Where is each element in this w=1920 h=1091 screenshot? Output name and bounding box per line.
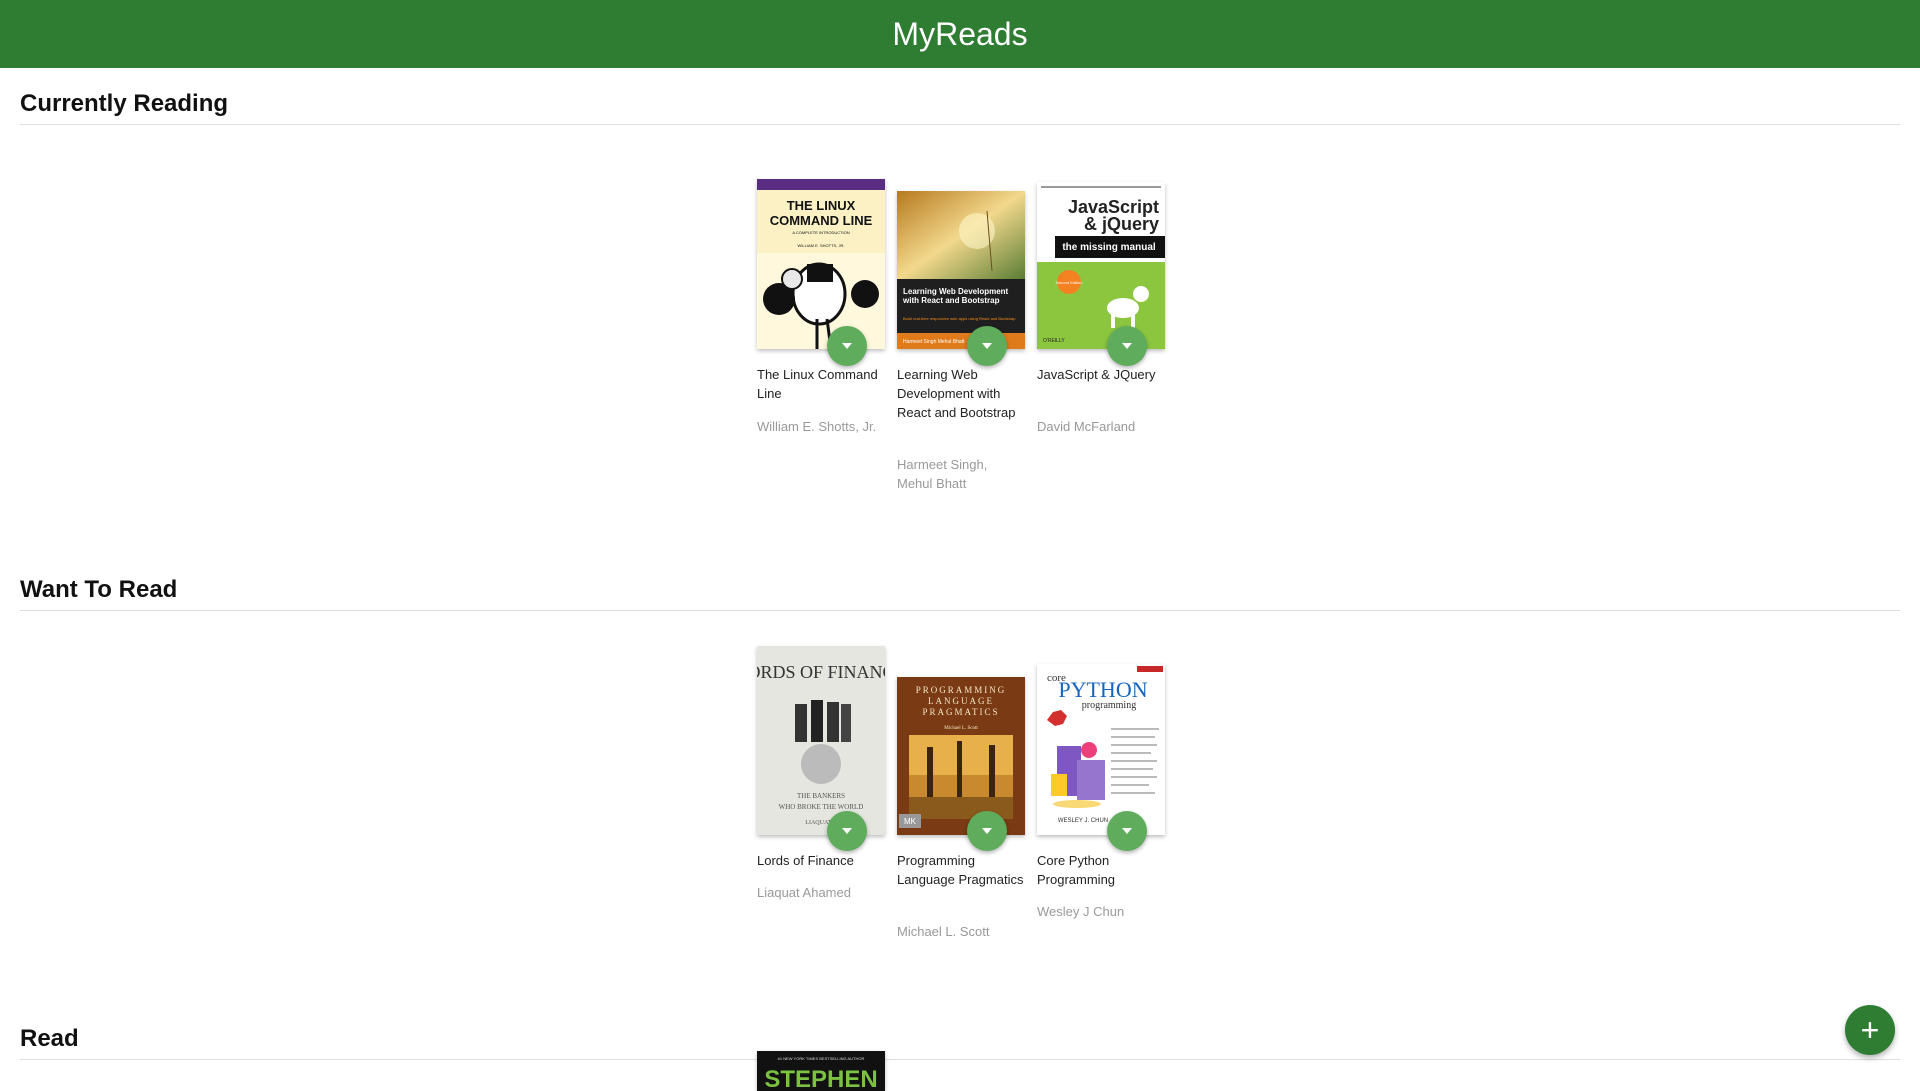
svg-text:THE LINUX: THE LINUX	[787, 198, 856, 213]
book-authors: Michael L. Scott	[897, 924, 990, 939]
svg-text:the missing manual: the missing manual	[1062, 242, 1156, 253]
svg-text:WESLEY J. CHUN: WESLEY J. CHUN	[1058, 818, 1108, 824]
svg-text:STEPHEN: STEPHEN	[764, 1066, 877, 1091]
svg-text:#1 NEW YORK TIMES BESTSELLING: #1 NEW YORK TIMES BESTSELLING AUTHOR	[778, 1056, 865, 1061]
shelf-changer-button[interactable]	[967, 811, 1007, 851]
jquery-cover-art: JavaScript & jQuery the missing manual S…	[1037, 182, 1165, 349]
book-title: Core Python Programming	[1037, 853, 1116, 887]
svg-text:WILLIAM E. SHOTTS, JR.: WILLIAM E. SHOTTS, JR.	[798, 243, 845, 248]
svg-text:PROGRAMMING: PROGRAMMING	[916, 685, 1007, 695]
chevron-down-icon	[1122, 343, 1132, 349]
book-authors: William E. Shotts, Jr.	[757, 419, 877, 434]
python-cover-art: core PYTHON programming WESLEY J. CHUN	[1037, 664, 1165, 835]
book-cover[interactable]: PROGRAMMING LANGUAGE PRAGMATICS Michael …	[897, 677, 1025, 835]
svg-text:COMMAND LINE: COMMAND LINE	[770, 213, 873, 228]
svg-text:Second Edition: Second Edition	[1056, 280, 1083, 285]
plus-icon: +	[1860, 1012, 1880, 1048]
book-title: JavaScript & JQuery	[1037, 367, 1156, 382]
react-cover-art: Learning Web Development with React and …	[897, 191, 1025, 349]
book-cover[interactable]: core PYTHON programming WESLEY J. CHUN	[1037, 664, 1165, 835]
linux-cover-art: THE LINUX COMMAND LINE A COMPLETE INTROD…	[757, 179, 885, 349]
chevron-down-icon	[842, 828, 852, 834]
book-cover[interactable]: THE LINUX COMMAND LINE A COMPLETE INTROD…	[757, 179, 885, 349]
svg-text:LANGUAGE: LANGUAGE	[928, 696, 994, 706]
chevron-down-icon	[1122, 828, 1132, 834]
svg-text:programming: programming	[1082, 700, 1136, 711]
shelf-changer-button[interactable]	[827, 811, 867, 851]
pragmatics-cover-art: PROGRAMMING LANGUAGE PRAGMATICS Michael …	[897, 677, 1025, 835]
shelf-changer-button[interactable]	[1107, 811, 1147, 851]
svg-text:WHO BROKE THE WORLD: WHO BROKE THE WORLD	[779, 803, 864, 811]
book-title: Learning Web Development with React and …	[897, 367, 1016, 420]
book-title: Programming Language Pragmatics	[897, 853, 1024, 887]
book-authors: Wesley J Chun	[1037, 904, 1125, 919]
shelf-changer-button[interactable]	[827, 326, 867, 366]
svg-text:LORDS OF FINANCE: LORDS OF FINANCE	[757, 662, 885, 682]
shelf-title-currently-reading: Currently Reading	[20, 90, 1900, 125]
book-authors: David McFarland	[1037, 419, 1136, 434]
stephen-cover-art: #1 NEW YORK TIMES BESTSELLING AUTHOR STE…	[757, 1051, 885, 1091]
book-cover[interactable]: JavaScript & jQuery the missing manual S…	[1037, 182, 1165, 349]
app-title: MyReads	[892, 15, 1028, 52]
svg-text:THE BANKERS: THE BANKERS	[797, 792, 845, 800]
book-cover[interactable]: #1 NEW YORK TIMES BESTSELLING AUTHOR STE…	[757, 1051, 885, 1091]
chevron-down-icon	[982, 828, 992, 834]
shelf-changer-button[interactable]	[1107, 326, 1147, 366]
svg-text:A COMPLETE INTRODUCTION: A COMPLETE INTRODUCTION	[792, 230, 849, 235]
add-book-button[interactable]: +	[1845, 1005, 1895, 1055]
chevron-down-icon	[842, 343, 852, 349]
book-title: The Linux Command Line	[757, 367, 878, 401]
book-cover[interactable]: Learning Web Development with React and …	[897, 191, 1025, 349]
book-cover[interactable]: LORDS OF FINANCE THE BANKERS WHO BROKE T…	[757, 646, 885, 835]
svg-text:PYTHON: PYTHON	[1058, 677, 1147, 702]
finance-cover-art: LORDS OF FINANCE THE BANKERS WHO BROKE T…	[757, 646, 885, 835]
book-authors: Harmeet Singh, Mehul Bhatt	[897, 457, 988, 491]
chevron-down-icon	[982, 343, 992, 349]
svg-text:O'REILLY: O'REILLY	[1043, 338, 1065, 344]
app-header: MyReads	[0, 0, 1920, 68]
svg-text:Michael L. Scott: Michael L. Scott	[944, 726, 978, 731]
svg-text:PRAGMATICS: PRAGMATICS	[922, 707, 999, 717]
shelf-changer-button[interactable]	[967, 326, 1007, 366]
shelf-title-read: Read	[20, 1025, 1900, 1060]
book-authors: Liaquat Ahamed	[757, 885, 851, 900]
svg-text:& jQuery: & jQuery	[1084, 214, 1159, 234]
svg-text:Harmeet Singh Mehul Bhatt: Harmeet Singh Mehul Bhatt	[903, 339, 965, 345]
shelf-title-want-to-read: Want To Read	[20, 576, 1900, 611]
svg-text:MK: MK	[904, 817, 917, 826]
book-title: Lords of Finance	[757, 853, 854, 868]
